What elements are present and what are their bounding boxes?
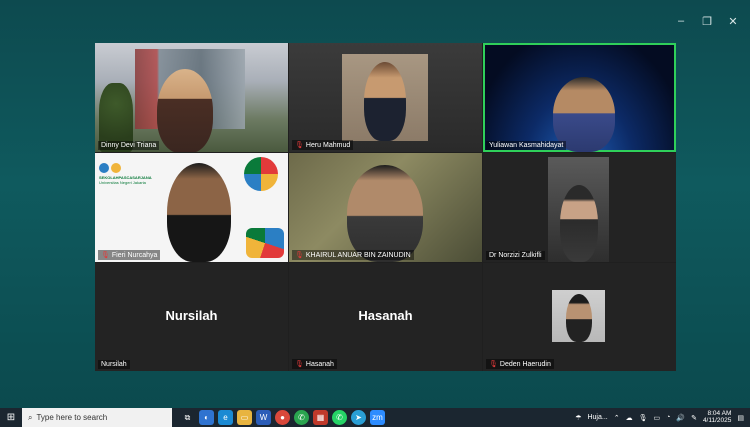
participant-video xyxy=(342,54,428,141)
windows-start-button[interactable]: ⊞ xyxy=(0,408,22,427)
participant-video xyxy=(548,157,609,262)
participant-name-tag: 🎙 KHAIRUL ANUAR BIN ZAINUDIN xyxy=(292,250,414,260)
video-tile[interactable]: SEKOLAHPASCASARJANA Universitas Negeri J… xyxy=(95,153,288,262)
participant-name-tag: Dinny Devi Triana xyxy=(98,141,160,150)
pen-icon[interactable]: ✎ xyxy=(691,414,697,422)
participant-name-tag: 🎙 Hasanah xyxy=(292,359,337,369)
taskbar-search-box[interactable]: ⌕ Type here to search xyxy=(22,408,172,427)
participant-name-tag: Nursilah xyxy=(98,360,130,369)
telegram-icon[interactable]: ➤ xyxy=(351,410,366,425)
logo-icon xyxy=(111,163,121,173)
logo-icon xyxy=(99,163,109,173)
mic-muted-icon: 🎙 xyxy=(489,361,498,368)
volume-icon[interactable]: 🔊 xyxy=(676,414,685,422)
word-icon[interactable]: W xyxy=(256,410,271,425)
decor-shape xyxy=(244,157,278,191)
microphone-icon[interactable]: 🎙 xyxy=(639,414,648,422)
participant-name-tag: Yuliawan Kasmahidayat xyxy=(486,141,567,150)
battery-icon[interactable]: ▭ xyxy=(653,414,660,422)
restore-button[interactable]: ❐ xyxy=(694,12,720,30)
gallery-grid: Dinny Devi Triana 🎙 Heru Mahmud Yuliawan… xyxy=(95,43,676,371)
taskbar-clock[interactable]: 8:04 AM 4/11/2025 xyxy=(702,410,732,425)
weather-text[interactable]: Huja... xyxy=(587,414,607,421)
video-tile-off[interactable]: Nursilah Nursilah xyxy=(95,263,288,371)
whatsapp-icon[interactable]: ✆ xyxy=(332,410,347,425)
video-tile[interactable]: 🎙 Deden Haerudin xyxy=(483,263,676,371)
file-explorer-icon[interactable]: ▭ xyxy=(237,410,252,425)
app-red-icon[interactable]: ▦ xyxy=(313,410,328,425)
participant-avatar xyxy=(364,62,406,141)
system-tray: ☂ Huja... ⌃ ☁ 🎙 ▭ ◔ 🔊 ✎ 8:04 AM 4/11/202… xyxy=(575,410,750,425)
video-tile[interactable]: 🎙 KHAIRUL ANUAR BIN ZAINUDIN xyxy=(289,153,482,262)
participant-name-tag: 🎙 Heru Mahmud xyxy=(292,140,354,150)
participant-display-name: Hasanah xyxy=(358,308,413,324)
cloud-icon[interactable]: ☁ xyxy=(626,414,633,422)
chevron-up-icon[interactable]: ⌃ xyxy=(614,414,620,422)
video-tile[interactable]: 🎙 Heru Mahmud xyxy=(289,43,482,152)
app-icon[interactable]: ◐ xyxy=(199,410,214,425)
video-tile-active-speaker[interactable]: Yuliawan Kasmahidayat xyxy=(483,43,676,152)
clock-date: 4/11/2025 xyxy=(702,416,732,424)
participant-avatar xyxy=(560,185,598,262)
participant-name-tag: 🎙 Deden Haerudin xyxy=(486,359,554,369)
logo-subtext: Universitas Negeri Jakarta xyxy=(99,180,146,185)
close-button[interactable]: ✕ xyxy=(720,12,746,30)
mic-muted-icon: 🎙 xyxy=(101,252,110,259)
participant-name-tag: 🎙 Fieri Nurcahya xyxy=(98,250,161,260)
search-placeholder: Type here to search xyxy=(36,413,108,422)
task-view-icon[interactable]: ⧉ xyxy=(180,410,195,425)
weather-icon: ☂ xyxy=(575,414,582,422)
zoom-window: – ❐ ✕ Dinny Devi Triana 🎙 Heru Mahmud Yu… xyxy=(0,0,750,408)
video-tile[interactable]: Dr Norzizi Zulkifli xyxy=(483,153,676,262)
video-tile[interactable]: Dinny Devi Triana xyxy=(95,43,288,152)
notification-icon[interactable]: ▤ xyxy=(737,414,744,422)
messenger-icon[interactable]: ✆ xyxy=(294,410,309,425)
participant-avatar xyxy=(566,294,592,342)
mic-muted-icon: 🎙 xyxy=(295,252,304,259)
mic-muted-icon: 🎙 xyxy=(295,142,304,149)
participant-video xyxy=(552,290,605,342)
edge-icon[interactable]: e xyxy=(218,410,233,425)
chrome-icon[interactable]: ● xyxy=(275,410,290,425)
network-icon[interactable]: ◔ xyxy=(666,414,670,421)
decor-shape xyxy=(246,228,284,258)
window-controls: – ❐ ✕ xyxy=(668,12,746,30)
participant-avatar xyxy=(167,163,231,262)
windows-taskbar: ⊞ ⌕ Type here to search ⧉ ◐ e ▭ W ● ✆ ▦ … xyxy=(0,408,750,427)
participant-avatar xyxy=(347,165,423,262)
windows-logo-icon: ⊞ xyxy=(6,412,16,423)
mic-muted-icon: 🎙 xyxy=(295,361,304,368)
minimize-button[interactable]: – xyxy=(668,12,694,30)
video-tile-off[interactable]: Hasanah 🎙 Hasanah xyxy=(289,263,482,371)
participant-name-tag: Dr Norzizi Zulkifli xyxy=(486,251,545,260)
participant-display-name: Nursilah xyxy=(165,308,218,324)
participant-avatar xyxy=(157,69,213,152)
taskbar-apps: ⧉ ◐ e ▭ W ● ✆ ▦ ✆ ➤ zm xyxy=(180,410,385,425)
university-logo: SEKOLAHPASCASARJANA Universitas Negeri J… xyxy=(99,163,152,185)
search-icon: ⌕ xyxy=(28,412,33,422)
zoom-icon[interactable]: zm xyxy=(370,410,385,425)
